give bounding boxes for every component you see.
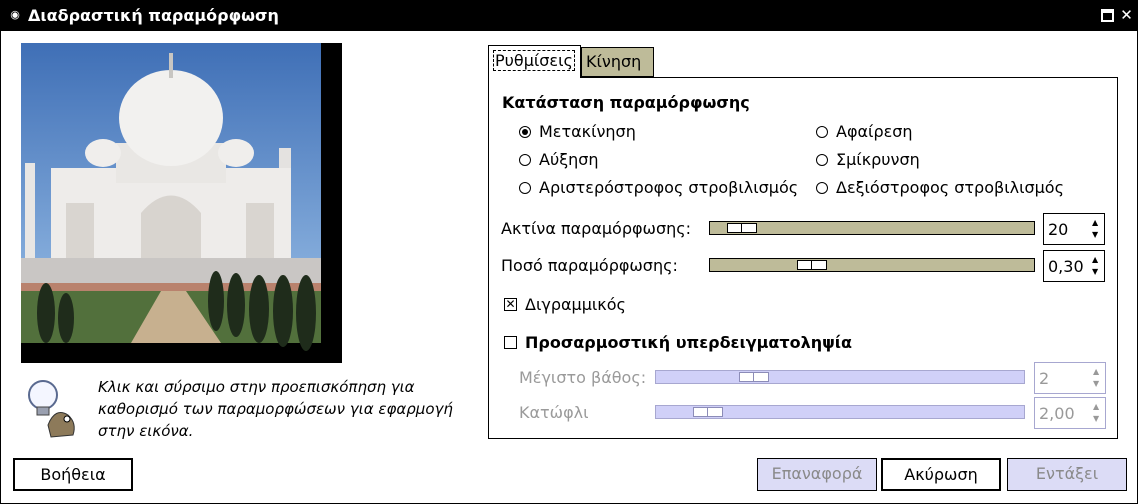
radio-swirl-cw[interactable]: Δεξιόστροφος στροβιλισμός (816, 178, 1064, 197)
tab-settings[interactable]: Ρυθμίσεις (488, 45, 581, 78)
gimp-app-icon: ◉ (10, 8, 20, 21)
radio-move[interactable]: Μετακίνηση (519, 122, 636, 141)
radius-label: Ακτίνα παραμόρφωσης: (501, 219, 692, 238)
checkbox-checked-icon: ✕ (504, 297, 517, 311)
radio-label: Αύξηση (539, 150, 599, 169)
reset-button[interactable]: Επαναφορά (757, 458, 877, 491)
radio-shrink[interactable]: Σμίκρυνση (816, 150, 920, 169)
radio-indicator (816, 153, 828, 166)
max-depth-label: Μέγιστο βάθος: (519, 368, 647, 387)
amount-slider[interactable] (709, 258, 1035, 272)
radio-label: Μετακίνηση (539, 122, 636, 141)
title-bar[interactable]: ◉ Διαδραστική παραμόρφωση ✕ (1, 1, 1137, 31)
settings-panel: Κατάσταση παραμόρφωσης Μετακίνηση Αφαίρε… (488, 77, 1118, 439)
threshold-spinbutton: 2,00 ▲ ▼ (1034, 397, 1106, 429)
radio-label: Αφαίρεση (836, 122, 913, 141)
spin-arrows-icon: ▲ ▼ (1093, 402, 1100, 423)
checkbox-label: Διγραμμικός (525, 295, 626, 314)
radius-spinbutton[interactable]: 20 ▲ ▼ (1043, 213, 1105, 245)
lightbulb-wilber-icon (28, 380, 75, 438)
max-depth-spinbutton: 2 ▲ ▼ (1034, 362, 1106, 394)
cancel-button[interactable]: Ακύρωση (881, 458, 1001, 491)
threshold-label: Κατώφλι (519, 403, 589, 422)
tab-motion[interactable]: Κίνηση (581, 47, 654, 77)
deform-mode-title: Κατάσταση παραμόρφωσης (502, 93, 750, 112)
preview-image[interactable] (21, 43, 342, 363)
help-button[interactable]: Βοήθεια (13, 458, 133, 491)
checkbox-label: Προσαρμοστική υπερδειγματοληψία (525, 333, 853, 352)
hint-text: Κλικ και σύρσιμο στην προεπισκόπηση για … (98, 378, 453, 440)
threshold-slider (655, 405, 1025, 419)
radio-indicator (519, 181, 531, 194)
slider-handle[interactable] (727, 223, 757, 233)
spin-value: 0,30 (1048, 257, 1084, 276)
window-title: Διαδραστική παραμόρφωση (28, 6, 279, 25)
spin-arrows-icon[interactable]: ▲ ▼ (1092, 254, 1102, 278)
checkbox-unchecked-icon (504, 336, 517, 349)
tab-settings-label: Ρυθμίσεις (493, 50, 575, 71)
radio-swirl-ccw[interactable]: Αριστερόστροφος στροβιλισμός (519, 178, 798, 197)
slider-handle (693, 407, 723, 417)
spin-arrows-icon: ▲ ▼ (1093, 367, 1100, 388)
radio-label: Αριστερόστροφος στροβιλισμός (539, 178, 799, 197)
max-depth-slider (655, 370, 1025, 384)
radio-indicator (816, 181, 828, 194)
ok-button[interactable]: Εντάξει (1007, 458, 1127, 491)
taj-mahal-picture (21, 43, 342, 363)
spin-arrows-icon[interactable]: ▲ ▼ (1092, 217, 1102, 241)
spin-value: 20 (1048, 220, 1069, 239)
close-icon[interactable]: ✕ (1120, 8, 1133, 23)
amount-spinbutton[interactable]: 0,30 ▲ ▼ (1043, 250, 1105, 282)
dialog-window: ◉ Διαδραστική παραμόρφωση ✕ Κλικ και σύρ… (0, 0, 1138, 504)
slider-handle[interactable] (797, 260, 827, 270)
radio-grow[interactable]: Αύξηση (519, 150, 599, 169)
radio-indicator (519, 153, 531, 166)
radio-indicator (816, 125, 828, 138)
radio-label: Σμίκρυνση (836, 150, 920, 169)
maximize-icon[interactable] (1101, 9, 1114, 22)
supersampling-checkbox[interactable]: Προσαρμοστική υπερδειγματοληψία (504, 333, 852, 352)
amount-label: Ποσό παραμόρφωσης: (501, 256, 678, 275)
slider-handle (739, 372, 769, 382)
radio-remove[interactable]: Αφαίρεση (816, 122, 913, 141)
spin-value: 2,00 (1039, 404, 1075, 423)
radio-indicator (519, 125, 531, 138)
spin-value: 2 (1039, 369, 1050, 388)
radio-label: Δεξιόστροφος στροβιλισμός (836, 178, 1064, 197)
radius-slider[interactable] (709, 221, 1035, 235)
bilinear-checkbox[interactable]: ✕ Διγραμμικός (504, 295, 626, 314)
